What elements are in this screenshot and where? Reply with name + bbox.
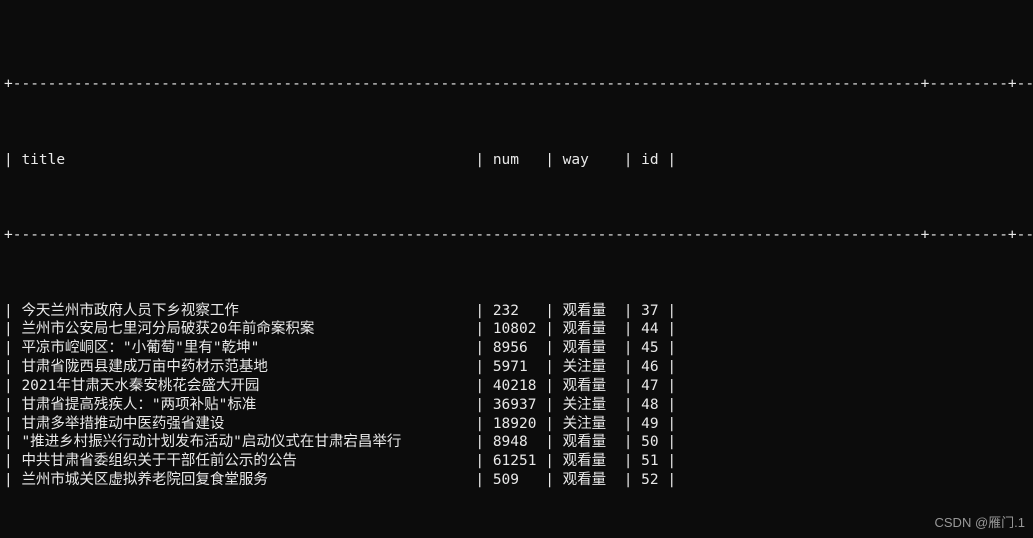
cell-way: 观看量 xyxy=(563,302,624,321)
cell-way: 观看量 xyxy=(563,433,624,452)
cell-way: 观看量 xyxy=(563,339,624,358)
cell-title: "推进乡村振兴行动计划发布活动"启动仪式在甘肃宕昌举行 xyxy=(21,433,475,452)
watermark: CSDN @雁门.1 xyxy=(935,515,1026,532)
cell-title: 平凉市崆峒区："小葡萄"里有"乾坤" xyxy=(21,339,475,358)
cell-id: 45 xyxy=(641,339,667,358)
cell-id: 37 xyxy=(641,302,667,321)
col-header-id: id xyxy=(641,151,667,170)
cell-way: 关注量 xyxy=(563,396,624,415)
terminal-output[interactable]: +---------------------------------------… xyxy=(0,0,1033,538)
cell-way: 观看量 xyxy=(563,377,624,396)
cell-num: 10802 xyxy=(493,320,545,339)
table-row: | 甘肃省陇西县建成万亩中药材示范基地| 5971| 关注量| 46| xyxy=(4,358,1029,377)
cell-title: 中共甘肃省委组织关于干部任前公示的公告 xyxy=(21,452,475,471)
cell-id: 48 xyxy=(641,396,667,415)
table1-top-border: +---------------------------------------… xyxy=(4,75,1029,94)
cell-way: 关注量 xyxy=(563,415,624,434)
cell-title: 甘肃省提高残疾人："两项补贴"标准 xyxy=(21,396,475,415)
table-row: | 平凉市崆峒区："小葡萄"里有"乾坤"| 8956| 观看量| 45| xyxy=(4,339,1029,358)
cell-title: 今天兰州市政府人员下乡视察工作 xyxy=(21,302,475,321)
cell-title: 兰州市城关区虚拟养老院回复食堂服务 xyxy=(21,471,475,490)
cell-id: 50 xyxy=(641,433,667,452)
cell-num: 40218 xyxy=(493,377,545,396)
cell-num: 36937 xyxy=(493,396,545,415)
table-row: | 甘肃多举措推动中医药强省建设| 18920| 关注量| 49| xyxy=(4,415,1029,434)
table-row: | 兰州市公安局七里河分局破获20年前命案积案| 10802| 观看量| 44| xyxy=(4,320,1029,339)
cell-title: 2021年甘肃天水秦安桃花会盛大开园 xyxy=(21,377,475,396)
cell-id: 49 xyxy=(641,415,667,434)
cell-id: 52 xyxy=(641,471,667,490)
col-header-title: title xyxy=(21,151,475,170)
cell-way: 观看量 xyxy=(563,452,624,471)
table-row: | "推进乡村振兴行动计划发布活动"启动仪式在甘肃宕昌举行| 8948| 观看量… xyxy=(4,433,1029,452)
cell-title: 甘肃省陇西县建成万亩中药材示范基地 xyxy=(21,358,475,377)
table-row: | 2021年甘肃天水秦安桃花会盛大开园| 40218| 观看量| 47| xyxy=(4,377,1029,396)
cell-title: 兰州市公安局七里河分局破获20年前命案积案 xyxy=(21,320,475,339)
col-header-way: way xyxy=(563,151,624,170)
cell-num: 5971 xyxy=(493,358,545,377)
table-row: | 甘肃省提高残疾人："两项补贴"标准| 36937| 关注量| 48| xyxy=(4,396,1029,415)
cell-num: 232 xyxy=(493,302,545,321)
cell-way: 观看量 xyxy=(563,471,624,490)
cell-id: 46 xyxy=(641,358,667,377)
table1-mid-border: +---------------------------------------… xyxy=(4,226,1029,245)
col-header-num: num xyxy=(493,151,545,170)
cell-title: 甘肃多举措推动中医药强省建设 xyxy=(21,415,475,434)
table-row: | 中共甘肃省委组织关于干部任前公示的公告| 61251| 观看量| 51| xyxy=(4,452,1029,471)
cell-id: 51 xyxy=(641,452,667,471)
cell-way: 关注量 xyxy=(563,358,624,377)
cell-id: 47 xyxy=(641,377,667,396)
cell-num: 509 xyxy=(493,471,545,490)
cell-num: 61251 xyxy=(493,452,545,471)
table-row: | 兰州市城关区虚拟养老院回复食堂服务| 509| 观看量| 52| xyxy=(4,471,1029,490)
cell-num: 18920 xyxy=(493,415,545,434)
cell-way: 观看量 xyxy=(563,320,624,339)
cell-id: 44 xyxy=(641,320,667,339)
cell-num: 8948 xyxy=(493,433,545,452)
table-row: | 今天兰州市政府人员下乡视察工作| 232| 观看量| 37| xyxy=(4,302,1029,321)
table1-header-row: | title | num | way | id | xyxy=(4,151,1029,170)
cell-num: 8956 xyxy=(493,339,545,358)
